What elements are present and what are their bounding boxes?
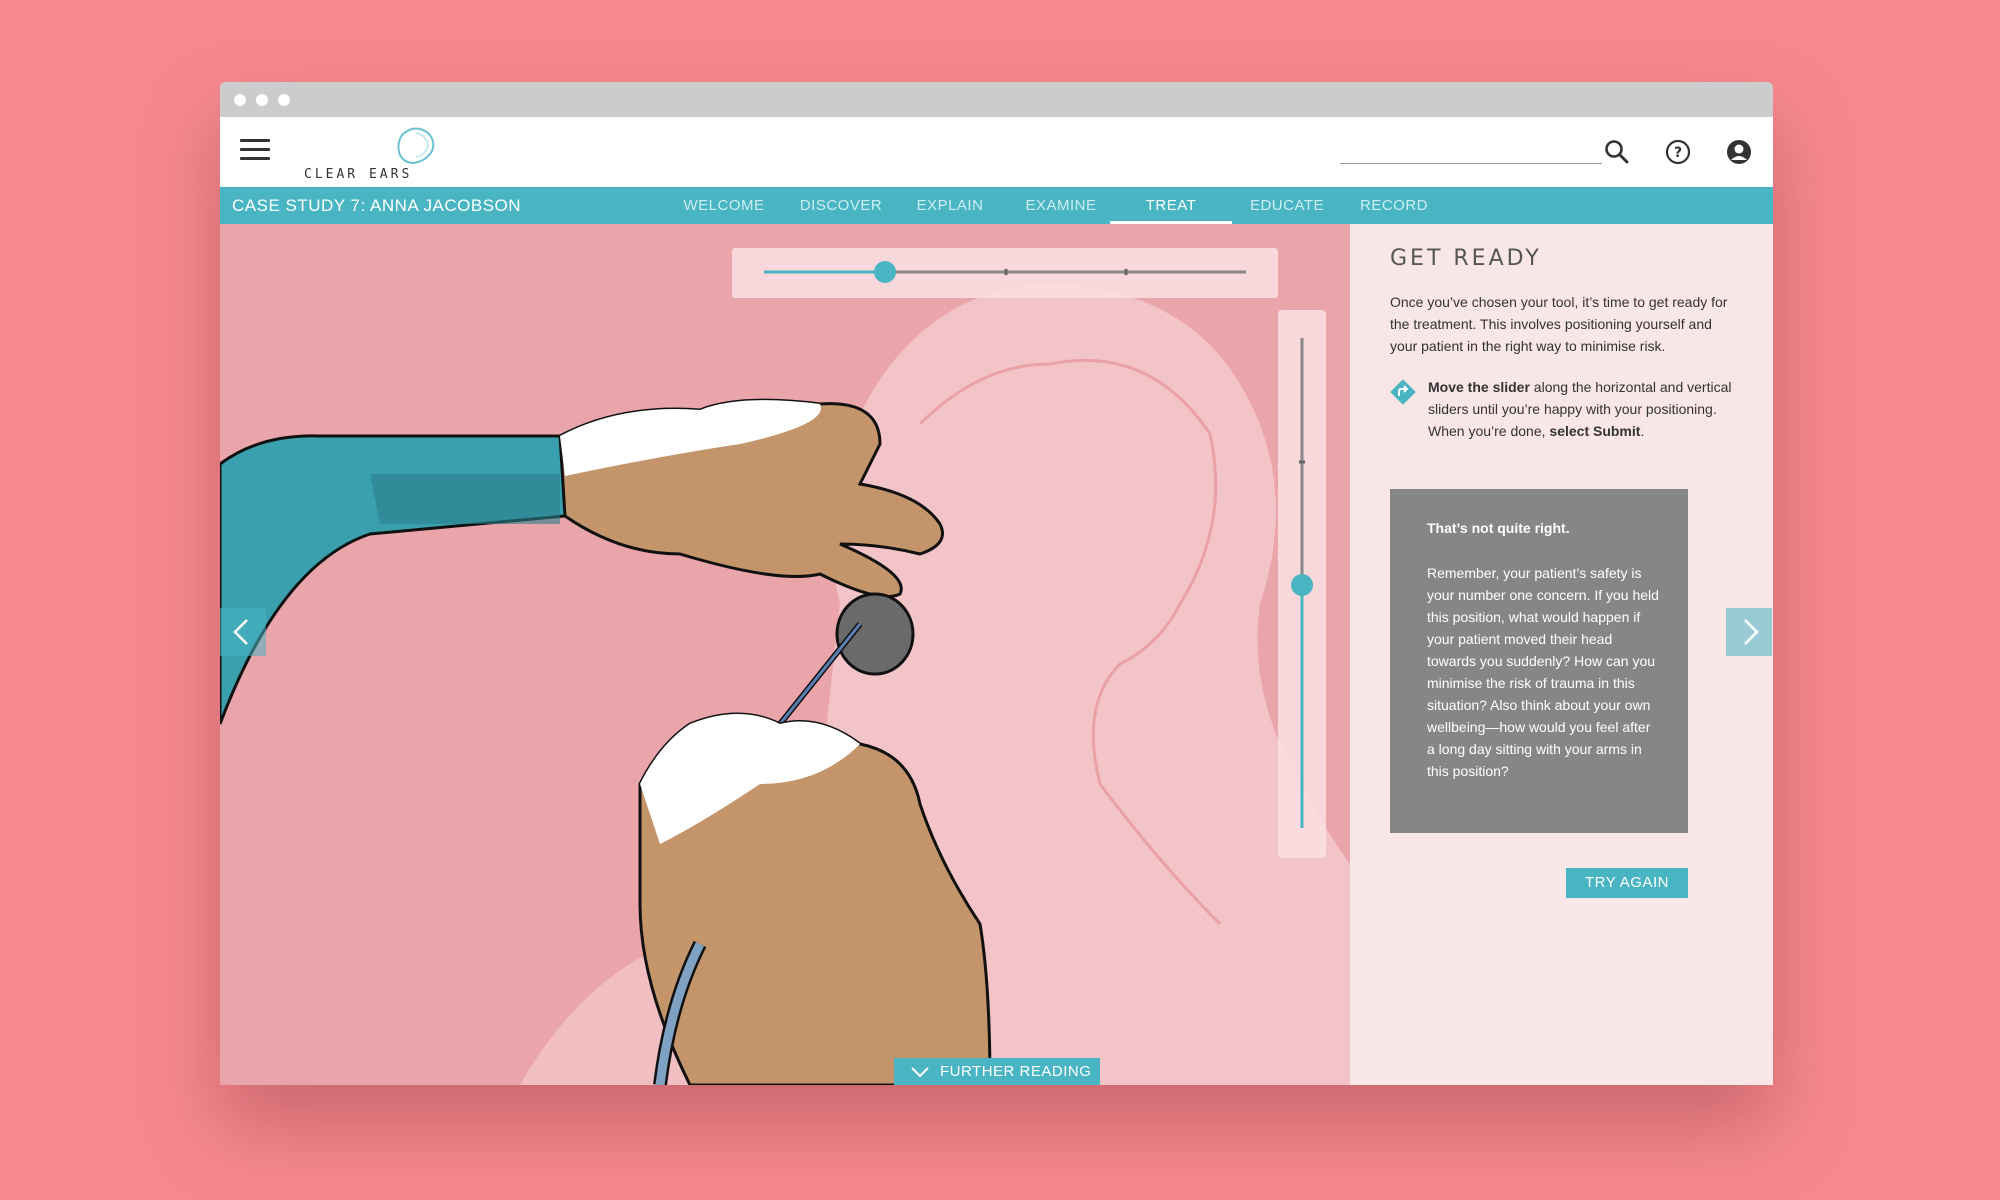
chevron-right-icon	[1744, 619, 1759, 645]
further-reading-button[interactable]: FURTHER READING	[894, 1058, 1100, 1085]
vertical-slider-handle[interactable]	[1291, 574, 1313, 596]
treatment-illustration-stage: FURTHER READING	[220, 224, 1350, 1085]
logo[interactable]: CLEAR EARS	[304, 125, 444, 182]
chevron-down-icon	[911, 1067, 929, 1078]
window-dot	[234, 94, 246, 106]
case-navbar: CASE STUDY 7: ANNA JACOBSON WELCOME DISC…	[220, 187, 1773, 224]
window-dot	[278, 94, 290, 106]
feedback-box: That’s not quite right. Remember, your p…	[1390, 489, 1688, 833]
tab-examine[interactable]: EXAMINE	[1006, 187, 1116, 224]
tab-welcome[interactable]: WELCOME	[666, 187, 782, 224]
vertical-slider[interactable]	[1278, 310, 1326, 858]
tab-educate[interactable]: EDUCATE	[1234, 187, 1340, 224]
window-chrome	[220, 82, 1773, 117]
instruction-bold-1: Move the slider	[1428, 379, 1530, 395]
instruction-text: Move the slider along the horizontal and…	[1428, 376, 1738, 442]
previous-arrow-button[interactable]	[220, 608, 266, 656]
horizontal-slider-handle[interactable]	[874, 261, 896, 283]
search-icon[interactable]	[1602, 137, 1632, 167]
horizontal-slider[interactable]	[732, 248, 1278, 298]
panel-heading: GET READY	[1390, 246, 1542, 271]
help-icon[interactable]: ?	[1663, 137, 1693, 167]
try-again-button[interactable]: TRY AGAIN	[1566, 868, 1688, 898]
search-underline	[1340, 163, 1602, 164]
tab-treat[interactable]: TREAT	[1110, 187, 1232, 224]
instruction-text-2: .	[1640, 423, 1645, 439]
instruction-bold-2: select Submit	[1549, 423, 1641, 439]
next-arrow-button[interactable]	[1726, 608, 1772, 656]
tab-discover[interactable]: DISCOVER	[786, 187, 896, 224]
intro-text: Once you’ve chosen your tool, it’s time …	[1390, 294, 1728, 354]
instruction-panel: GET READY Once you’ve chosen your tool, …	[1350, 224, 1773, 1085]
account-icon[interactable]	[1724, 137, 1754, 167]
chevron-left-icon	[233, 619, 248, 645]
treatment-illustration	[220, 284, 1350, 1085]
tab-explain[interactable]: EXPLAIN	[900, 187, 1000, 224]
tab-record[interactable]: RECORD	[1344, 187, 1444, 224]
logo-text: CLEAR EARS	[304, 167, 413, 182]
svg-text:?: ?	[1674, 145, 1682, 161]
feedback-title: That’s not quite right.	[1427, 520, 1570, 536]
feedback-body: Remember, your patient’s safety is your …	[1427, 565, 1659, 779]
top-bar: CLEAR EARS ?	[220, 117, 1773, 187]
window-dot	[256, 94, 268, 106]
search-input[interactable]	[1340, 139, 1594, 165]
case-title: CASE STUDY 7: ANNA JACOBSON	[232, 196, 522, 215]
further-reading-label: FURTHER READING	[940, 1063, 1092, 1080]
menu-icon[interactable]	[240, 139, 270, 163]
direction-arrow-icon	[1390, 379, 1416, 405]
app-window: CLEAR EARS ? CASE STUDY 7: ANNA JACOBSON…	[220, 82, 1773, 1085]
